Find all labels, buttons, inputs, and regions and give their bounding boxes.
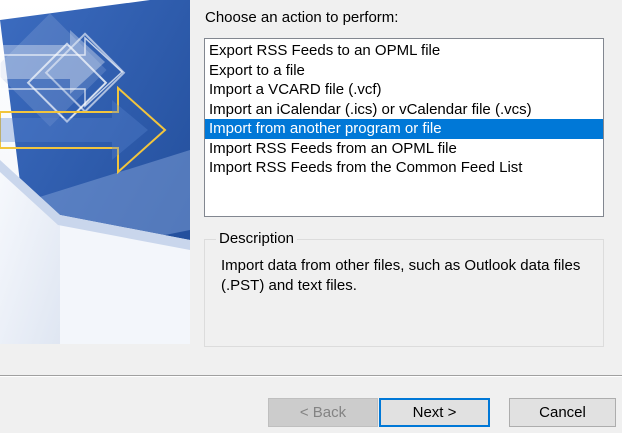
back-button[interactable]: < Back bbox=[268, 398, 378, 427]
footer-separator bbox=[0, 375, 622, 377]
list-item-export-to-file[interactable]: Export to a file bbox=[205, 61, 603, 81]
list-item-import-vcard[interactable]: Import a VCARD file (.vcf) bbox=[205, 80, 603, 100]
wizard-graphic bbox=[0, 0, 190, 344]
list-item-import-icalendar[interactable]: Import an iCalendar (.ics) or vCalendar … bbox=[205, 100, 603, 120]
list-item-import-rss-opml[interactable]: Import RSS Feeds from an OPML file bbox=[205, 139, 603, 159]
import-export-arrows-icon bbox=[0, 0, 190, 344]
next-button[interactable]: Next > bbox=[379, 398, 490, 427]
list-item-export-rss-opml[interactable]: Export RSS Feeds to an OPML file bbox=[205, 41, 603, 61]
cancel-button[interactable]: Cancel bbox=[509, 398, 616, 427]
description-legend: Description bbox=[216, 230, 298, 248]
description-group: Description Import data from other files… bbox=[204, 230, 604, 347]
list-item-import-rss-common-feed-list[interactable]: Import RSS Feeds from the Common Feed Li… bbox=[205, 158, 603, 178]
action-listbox[interactable]: Export RSS Feeds to an OPML file Export … bbox=[204, 38, 604, 217]
description-text: Import data from other files, such as Ou… bbox=[221, 257, 581, 294]
action-prompt-label: Choose an action to perform: bbox=[205, 9, 399, 26]
list-item-import-from-program-or-file[interactable]: Import from another program or file bbox=[205, 119, 603, 139]
